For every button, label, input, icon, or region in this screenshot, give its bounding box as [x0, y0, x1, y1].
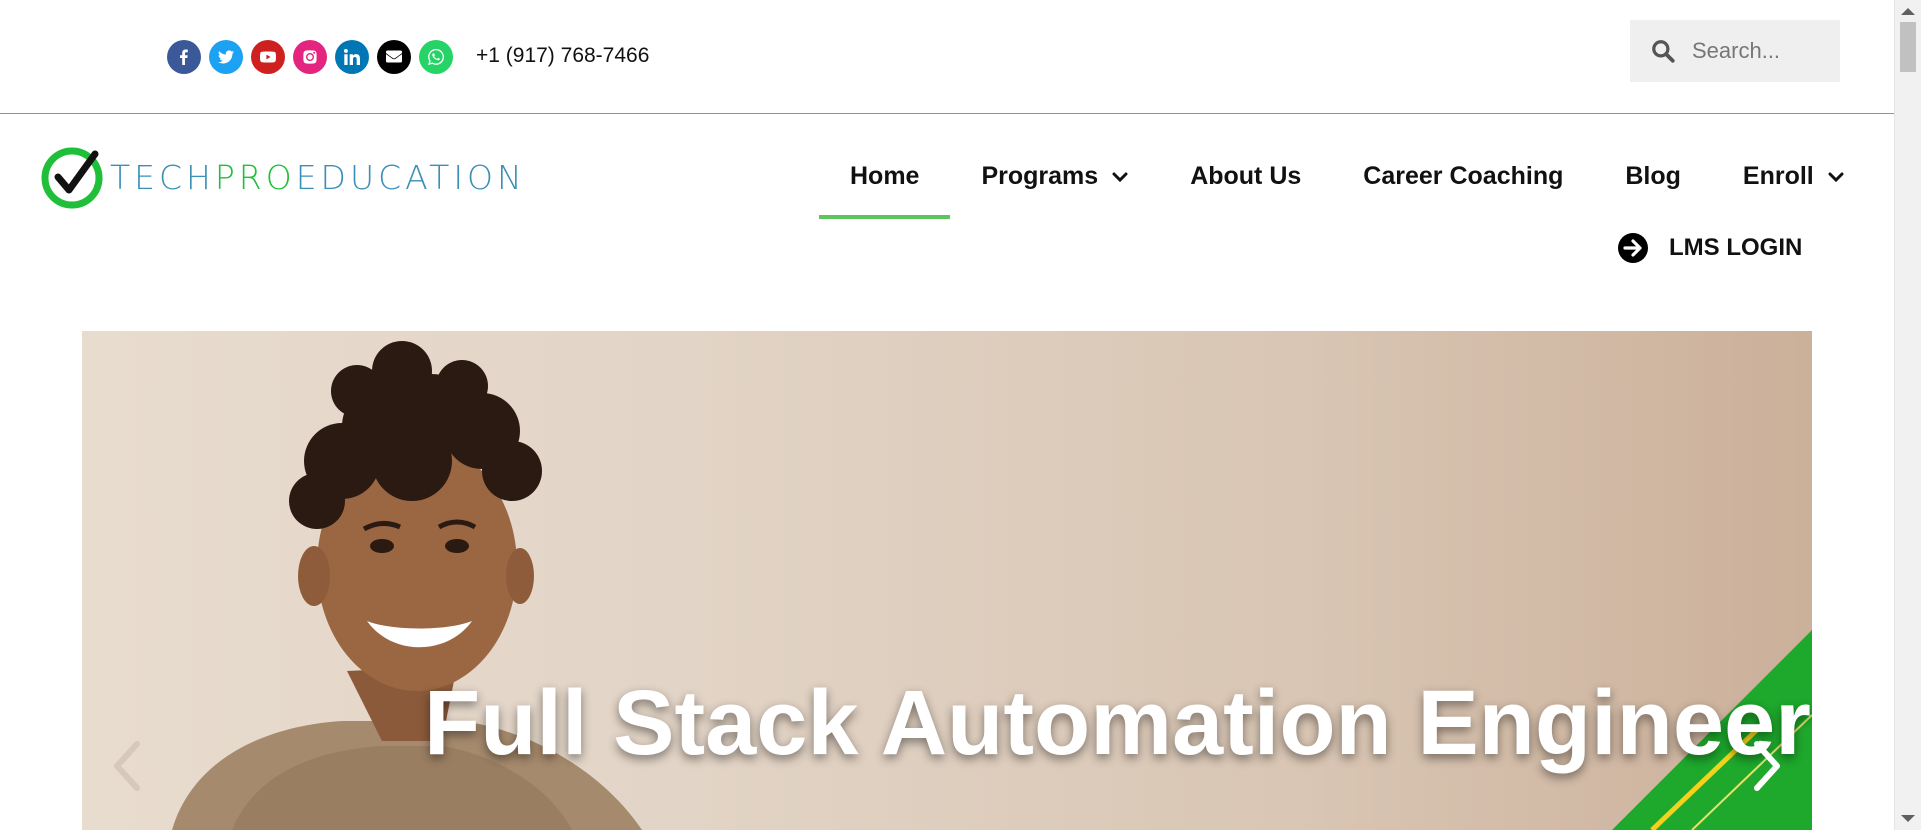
- whatsapp-icon[interactable]: [419, 40, 453, 74]
- checkmark-logo-icon: [41, 147, 103, 209]
- social-links: [167, 40, 453, 74]
- lms-login-button[interactable]: LMS LOGIN: [1617, 232, 1802, 264]
- nav-item-home[interactable]: Home: [819, 150, 951, 219]
- chevron-right-icon: [1754, 741, 1780, 791]
- phone-number[interactable]: +1 (917) 768-7466: [476, 44, 649, 68]
- page-scrollbar[interactable]: [1894, 0, 1921, 830]
- scroll-up-arrow-icon[interactable]: [1901, 8, 1915, 15]
- envelope-icon[interactable]: [377, 40, 411, 74]
- search-input[interactable]: [1690, 37, 1834, 65]
- site-logo[interactable]: TECHPROEDUCATION: [40, 140, 600, 214]
- top-bar: +1 (917) 768-7466: [0, 0, 1895, 114]
- logo-text-education: EDUCATION: [295, 157, 526, 197]
- youtube-icon[interactable]: [251, 40, 285, 74]
- slider-prev-button[interactable]: [107, 736, 147, 796]
- chevron-down-icon: [1828, 172, 1844, 182]
- nav-item-programs[interactable]: Programs: [950, 150, 1159, 205]
- facebook-icon[interactable]: [167, 40, 201, 74]
- nav-item-label: Home: [850, 162, 920, 190]
- instagram-icon[interactable]: [293, 40, 327, 74]
- nav-item-label: Enroll: [1742, 162, 1814, 190]
- logo-wordmark: TECHPROEDUCATION: [110, 158, 526, 197]
- main-nav: Home Programs About Us Career Coaching B…: [819, 150, 1875, 219]
- chevron-down-icon: [1112, 172, 1128, 182]
- scrollbar-thumb[interactable]: [1900, 22, 1916, 72]
- linkedin-icon[interactable]: [335, 40, 369, 74]
- nav-item-label: Career Coaching: [1363, 162, 1564, 190]
- hero-title: Full Stack Automation Engineer: [424, 672, 1811, 774]
- logo-text-pro: PRO: [214, 157, 296, 197]
- scroll-down-arrow-icon[interactable]: [1901, 815, 1915, 822]
- logo-text-tech: TECH: [110, 157, 215, 197]
- nav-item-label: Programs: [981, 162, 1099, 190]
- nav-item-enroll[interactable]: Enroll: [1712, 150, 1875, 205]
- search-box: [1630, 20, 1840, 82]
- search-icon[interactable]: [1650, 38, 1676, 64]
- lms-login-label: LMS LOGIN: [1669, 234, 1803, 261]
- chevron-left-icon: [114, 741, 140, 791]
- arrow-circle-right-icon: [1618, 233, 1648, 263]
- slider-next-button[interactable]: [1747, 736, 1787, 796]
- nav-item-label: Blog: [1625, 162, 1681, 190]
- nav-item-about-us[interactable]: About Us: [1159, 150, 1332, 205]
- nav-item-blog[interactable]: Blog: [1594, 150, 1712, 205]
- hero-slider: Full Stack Automation Engineer: [82, 331, 1812, 830]
- nav-item-career-coaching[interactable]: Career Coaching: [1332, 150, 1594, 205]
- nav-item-label: About Us: [1190, 162, 1302, 190]
- twitter-icon[interactable]: [209, 40, 243, 74]
